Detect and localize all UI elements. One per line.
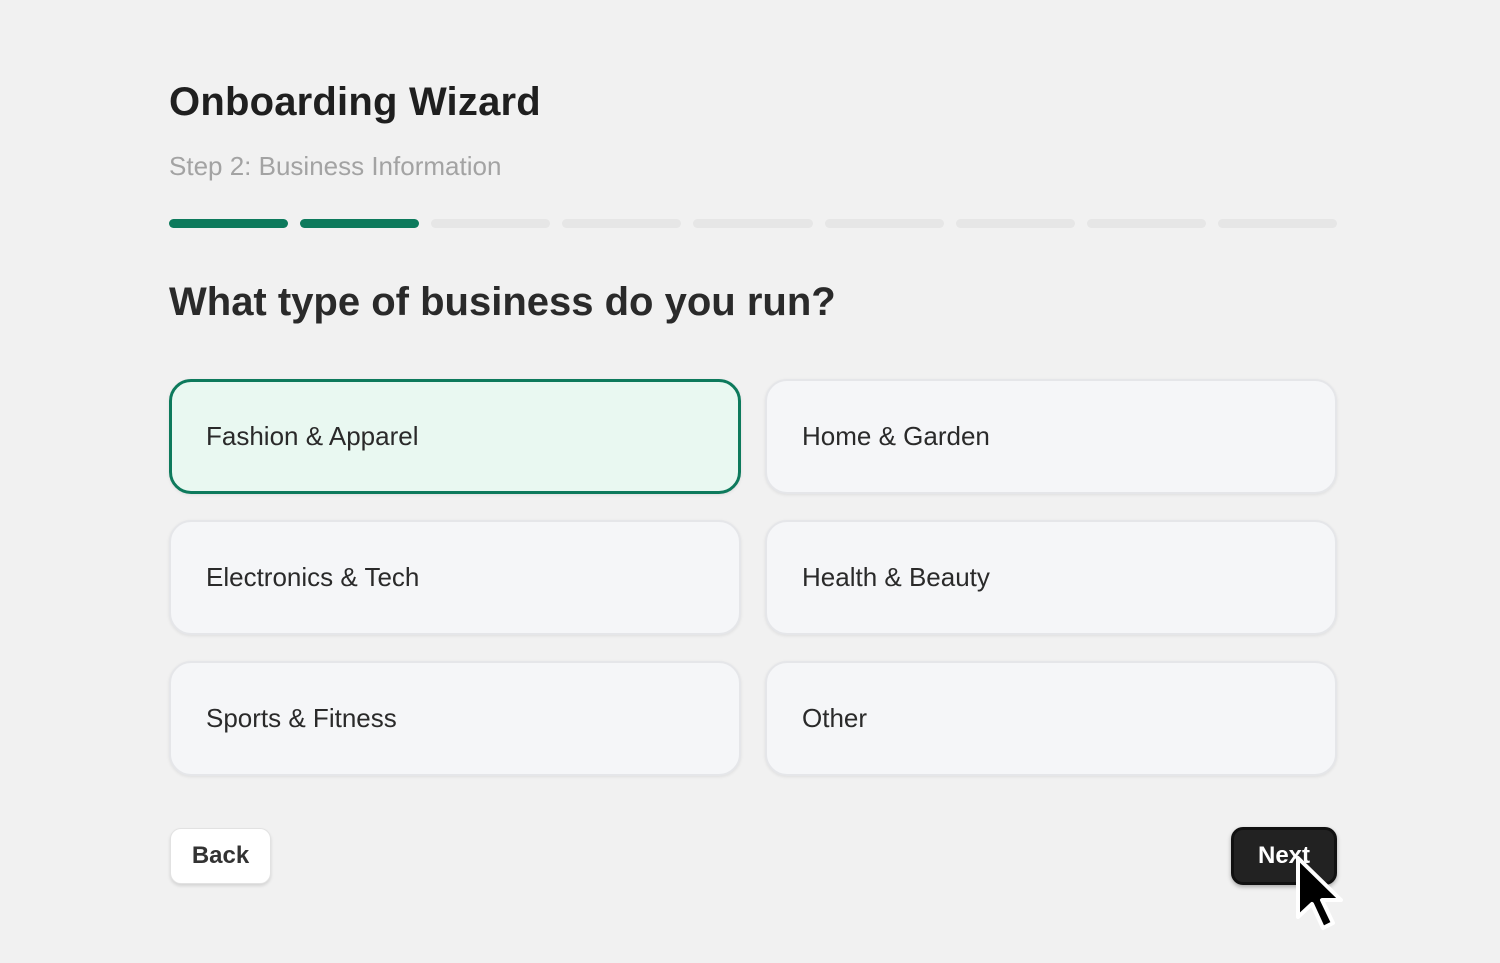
page-title: Onboarding Wizard (169, 80, 541, 124)
progress-bar (169, 219, 1337, 229)
back-button[interactable]: Back (170, 828, 271, 884)
option-label: Health & Beauty (802, 562, 990, 592)
progress-segment-9 (1217, 219, 1337, 228)
option-other[interactable]: Other (765, 661, 1337, 776)
option-label: Home & Garden (802, 421, 990, 451)
progress-segment-8 (1086, 219, 1206, 228)
option-electronics-tech[interactable]: Electronics & Tech (169, 520, 741, 635)
option-sports-fitness[interactable]: Sports & Fitness (169, 661, 741, 776)
question-heading: What type of business do you run? (169, 280, 836, 324)
next-button[interactable]: Next (1231, 827, 1337, 885)
step-subtitle: Step 2: Business Information (169, 151, 502, 181)
option-fashion-apparel[interactable]: Fashion & Apparel (169, 379, 741, 494)
option-label: Other (802, 703, 868, 733)
progress-segment-4 (562, 219, 682, 228)
progress-segment-1 (169, 219, 289, 228)
progress-segment-3 (431, 219, 551, 228)
option-health-beauty[interactable]: Health & Beauty (765, 520, 1337, 635)
business-type-options: Fashion & Apparel Home & Garden Electron… (169, 379, 1337, 776)
progress-segment-7 (955, 219, 1075, 228)
option-label: Fashion & Apparel (206, 421, 419, 451)
progress-segment-2 (300, 219, 420, 228)
progress-segment-6 (824, 219, 944, 228)
option-home-garden[interactable]: Home & Garden (765, 379, 1337, 494)
progress-segment-5 (693, 219, 813, 228)
option-label: Sports & Fitness (206, 703, 397, 733)
option-label: Electronics & Tech (206, 562, 420, 592)
